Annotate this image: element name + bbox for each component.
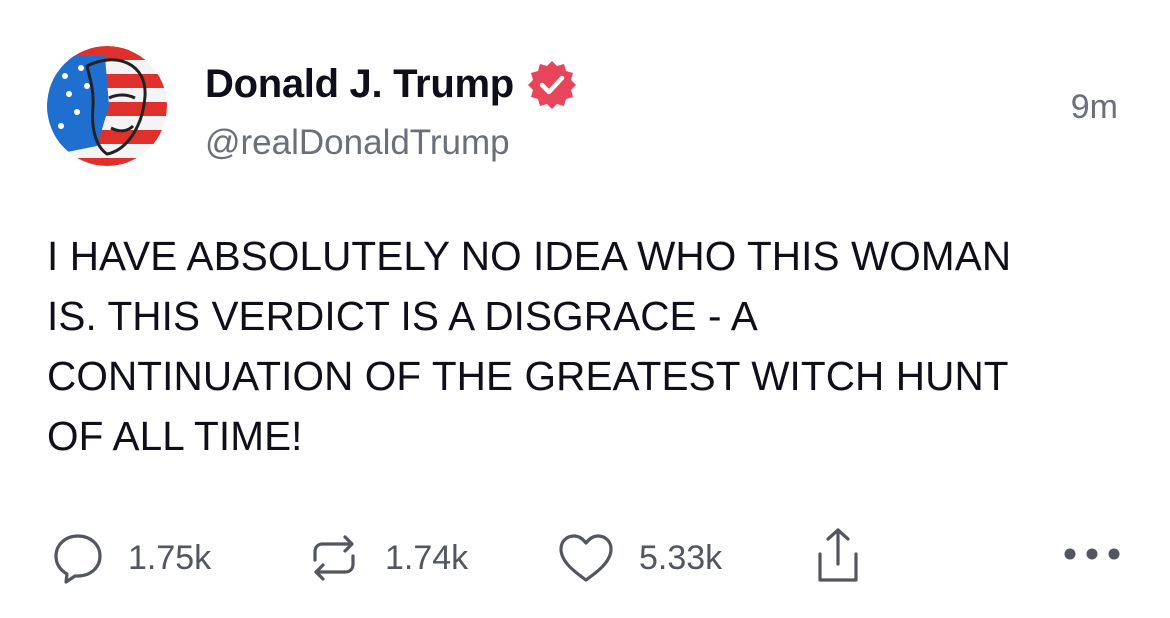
reply-icon [50, 530, 106, 586]
author-name[interactable]: Donald J. Trump [205, 62, 514, 107]
like-button[interactable]: 5.33k [555, 530, 722, 586]
repost-count: 1.74k [385, 538, 469, 577]
heart-icon [555, 530, 617, 586]
more-dots-icon [1062, 544, 1122, 564]
post-card: Donald J. Trump @realDonaldTrump 9m I HA… [0, 0, 1170, 618]
post-body-line: I HAVE ABSOLUTELY NO IDEA WHO THIS WOMAN [47, 233, 1012, 279]
post-body: I HAVE ABSOLUTELY NO IDEA WHO THIS WOMAN… [47, 226, 1137, 466]
reply-count: 1.75k [128, 538, 212, 577]
reply-button[interactable]: 1.75k [50, 530, 211, 586]
post-body-line: OF ALL TIME! [47, 413, 303, 459]
avatar[interactable] [47, 46, 167, 166]
post-actions: 1.75k 1.74k 5.33k [0, 520, 1170, 590]
author-handle[interactable]: @realDonaldTrump [205, 123, 510, 163]
avatar-image [47, 46, 167, 166]
share-icon [812, 526, 864, 586]
author-row: Donald J. Trump [205, 58, 578, 110]
more-options-button[interactable] [1062, 544, 1122, 564]
post-timestamp[interactable]: 9m [1071, 88, 1118, 127]
verified-badge-icon [526, 58, 578, 110]
like-count: 5.33k [639, 538, 723, 577]
post-body-line: IS. THIS VERDICT IS A DISGRACE - A [47, 293, 758, 339]
post-body-line: CONTINUATION OF THE GREATEST WITCH HUNT [47, 353, 1009, 399]
share-button[interactable] [812, 526, 864, 586]
repost-icon [305, 530, 363, 586]
repost-button[interactable]: 1.74k [305, 530, 468, 586]
